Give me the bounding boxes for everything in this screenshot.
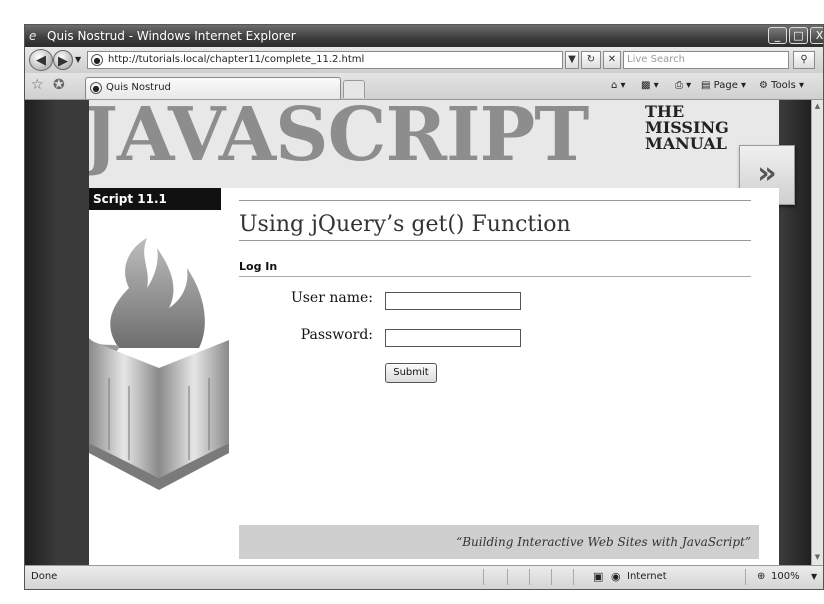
search-input[interactable]: Live Search — [623, 51, 789, 69]
favorites-star-icon[interactable]: ☆ — [31, 77, 44, 93]
zoom-dropdown-icon[interactable]: ▼ — [811, 566, 817, 588]
script-label: Script 11.1 — [89, 188, 221, 210]
logo-line-manual: MANUAL — [645, 134, 727, 153]
page-menu-label: Page — [713, 80, 738, 91]
browser-window: e Quis Nostrud - Windows Internet Explor… — [24, 24, 824, 590]
banner: JAVASCRIPT THE MISSING MANUAL — [89, 100, 779, 188]
maximize-button[interactable]: □ — [789, 27, 808, 44]
status-divider — [507, 569, 508, 585]
print-icon[interactable]: ⎙ ▾ — [675, 77, 691, 95]
back-button[interactable]: ◀ — [29, 49, 53, 71]
password-label: Password: — [300, 327, 373, 343]
minimize-button[interactable]: _ — [768, 27, 787, 44]
footer-quote: “Building Interactive Web Sites with Jav… — [456, 535, 751, 549]
username-input[interactable] — [385, 292, 521, 310]
page-globe-icon: ● — [91, 54, 103, 66]
flaming-book-illustration — [89, 238, 229, 490]
search-button[interactable]: ⚲ — [793, 51, 815, 69]
address-url: http://tutorials.local/chapter11/complet… — [108, 54, 365, 65]
address-field[interactable]: ● http://tutorials.local/chapter11/compl… — [87, 51, 563, 69]
divider — [239, 240, 751, 241]
submit-button[interactable]: Submit — [385, 363, 437, 383]
tab-bar: ☆ ✪ ● Quis Nostrud ⌂ ▾ ▩ ▾ ⎙ ▾ ▤ Page ▾ … — [25, 73, 823, 100]
new-tab-button[interactable] — [343, 80, 365, 98]
refresh-button[interactable]: ↻ — [581, 51, 601, 69]
zoom-icon[interactable]: ⊕ — [757, 566, 765, 588]
zone-label: Internet — [627, 571, 667, 582]
page-viewport: JAVASCRIPT THE MISSING MANUAL » Script 1… — [25, 100, 813, 565]
vertical-scrollbar[interactable]: ▲ ▼ — [811, 100, 823, 565]
internet-zone-icon: ◉ — [611, 570, 621, 583]
tab-globe-icon: ● — [90, 82, 102, 94]
main-content: Using jQuery’s get() Function Log In Use… — [239, 188, 779, 565]
footer: “Building Interactive Web Sites with Jav… — [239, 525, 759, 559]
missing-manual-logo: THE MISSING MANUAL — [645, 104, 729, 152]
ie-logo-icon: e — [29, 29, 37, 43]
status-bar: Done ▣ ◉ Internet ⊕ 100% ▼ — [25, 565, 823, 589]
stop-button[interactable]: ✕ — [603, 51, 621, 69]
forward-button[interactable]: ▶ — [53, 50, 73, 70]
zoom-level[interactable]: 100% — [771, 566, 800, 588]
page-menu-button[interactable]: ▤ Page ▾ — [701, 77, 746, 95]
sidebar: Script 11.1 — [89, 188, 239, 565]
status-divider — [529, 569, 530, 585]
login-heading: Log In — [239, 260, 278, 273]
window-title: Quis Nostrud - Windows Internet Explorer — [47, 29, 296, 43]
tab-label: Quis Nostrud — [106, 82, 171, 93]
scroll-up-icon[interactable]: ▲ — [813, 102, 822, 112]
title-bar: e Quis Nostrud - Windows Internet Explor… — [25, 25, 823, 47]
address-bar-row: ◀ ▶ ▼ ● http://tutorials.local/chapter11… — [25, 47, 823, 73]
javascript-logo-text: JAVASCRIPT — [89, 100, 589, 178]
divider — [239, 200, 751, 201]
page-title: Using jQuery’s get() Function — [239, 212, 571, 237]
protected-mode-icon[interactable]: ▣ — [593, 566, 603, 588]
tools-menu-button[interactable]: ⚙ Tools ▾ — [759, 77, 804, 95]
feeds-icon[interactable]: ▩ ▾ — [641, 77, 659, 95]
status-divider — [551, 569, 552, 585]
address-dropdown-button[interactable]: ▼ — [565, 51, 579, 69]
window-controls: _ □ X — [768, 27, 823, 44]
status-divider — [745, 569, 746, 585]
divider — [239, 276, 751, 277]
password-input[interactable] — [385, 329, 521, 347]
close-button[interactable]: X — [810, 27, 823, 44]
scroll-down-icon[interactable]: ▼ — [813, 553, 822, 563]
username-label: User name: — [290, 290, 373, 306]
status-divider — [483, 569, 484, 585]
tools-menu-label: Tools — [771, 80, 796, 91]
home-icon[interactable]: ⌂ ▾ — [611, 77, 626, 95]
tab-quis-nostrud[interactable]: ● Quis Nostrud — [85, 77, 341, 99]
history-dropdown-icon[interactable]: ▼ — [75, 55, 81, 64]
add-favorites-icon[interactable]: ✪ — [53, 77, 65, 93]
status-text: Done — [31, 571, 58, 582]
status-divider — [573, 569, 574, 585]
